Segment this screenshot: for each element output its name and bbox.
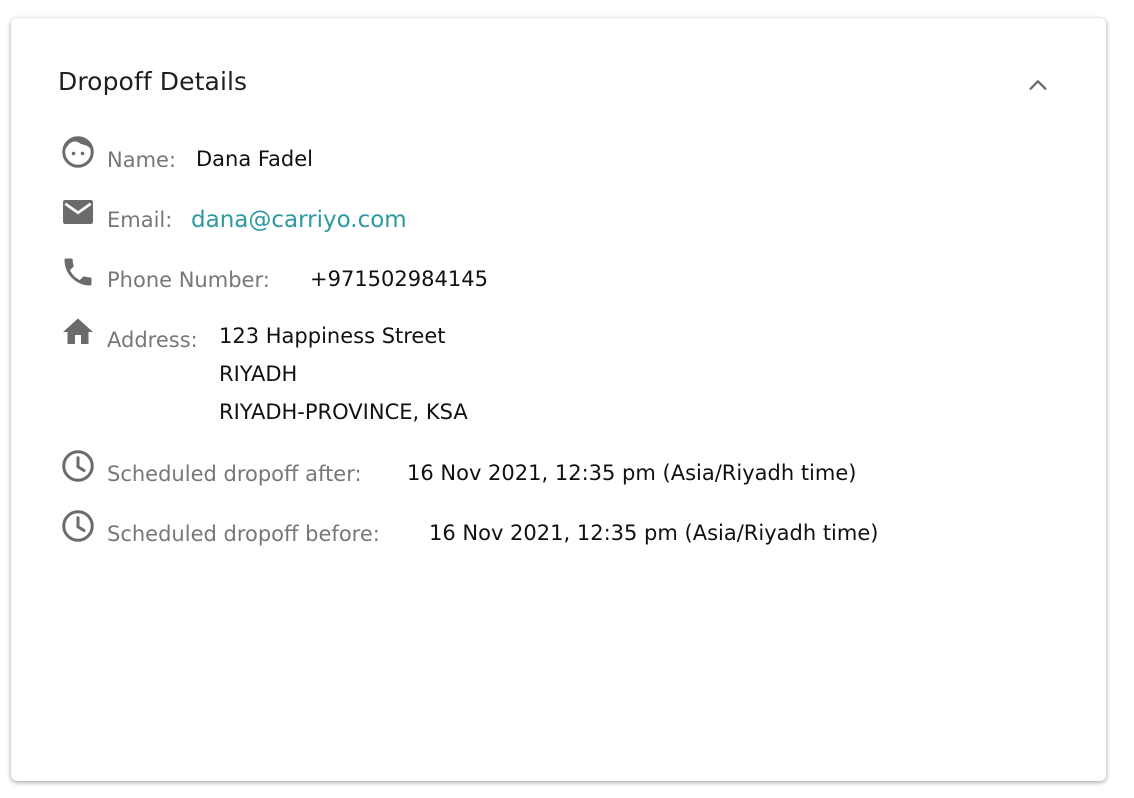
phone-icon [60,254,96,290]
email-link[interactable]: dana@carriyo.com [191,207,407,233]
scheduled-before-value: 16 Nov 2021, 12:35 pm (Asia/Riyadh time) [429,521,879,545]
name-label: Name: [107,148,177,172]
mail-icon [60,194,96,230]
address-value: 123 Happiness Street RIYADH RIYADH-PROVI… [219,317,468,431]
collapse-chevron-up-icon[interactable] [1027,74,1049,96]
phone-label: Phone Number: [107,268,270,292]
clock-icon [60,508,96,544]
scheduled-before-label: Scheduled dropoff before: [107,522,380,546]
address-label: Address: [107,328,198,352]
scheduled-after-value: 16 Nov 2021, 12:35 pm (Asia/Riyadh time) [407,461,857,485]
phone-value: +971502984145 [310,267,488,291]
address-line-1: 123 Happiness Street [219,324,446,348]
address-line-3: RIYADH-PROVINCE, KSA [219,400,468,424]
scheduled-after-label: Scheduled dropoff after: [107,462,362,486]
email-label: Email: [107,208,173,232]
card-title: Dropoff Details [58,67,248,96]
home-icon [60,314,96,350]
name-value: Dana Fadel [196,147,313,171]
face-icon [60,134,96,170]
address-line-2: RIYADH [219,362,298,386]
dropoff-details-card: Dropoff Details Name: Dana Fadel Email: … [11,18,1106,781]
clock-icon [60,448,96,484]
